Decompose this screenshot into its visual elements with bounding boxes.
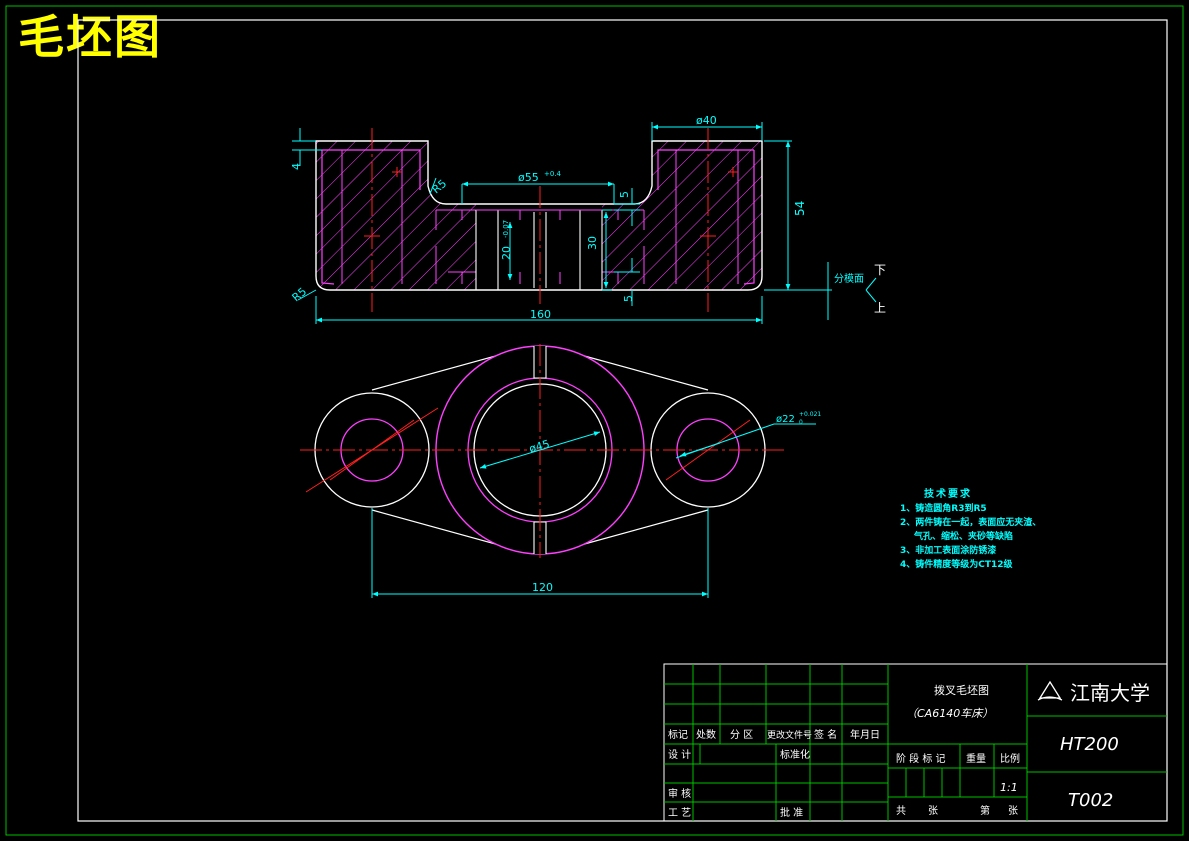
dim-phi22-tol-lower: 0 — [799, 419, 803, 426]
dim-4: 4 — [290, 163, 303, 170]
parting-upper: 下 — [874, 263, 886, 277]
tb-h-zhang2: 张 — [1008, 805, 1018, 817]
tb-h-bili: 比例 — [1000, 752, 1020, 765]
tech-requirements: 技术要求 1、铸造圆角R3到R5 2、两件铸在一起，表面应无夹渣、 气孔、缩松、… — [900, 487, 1041, 570]
dim-5-bottom: 5 — [622, 295, 635, 302]
dim-5-top: 5 — [618, 191, 631, 198]
tb-h-biaozhunhua: 标准化 — [780, 748, 810, 761]
tb-h-fenqu: 分 区 — [730, 729, 753, 741]
school-logo-icon — [1037, 680, 1063, 701]
hatch-region-left — [316, 141, 476, 290]
central-bore — [475, 210, 603, 290]
tech-line-3: 气孔、缩松、夹砂等缺陷 — [913, 530, 1013, 542]
front-section-view: 4 R5 ø55 +0.4 ø40 5 54 20 -0.07 30 5 R5 … — [290, 114, 886, 324]
dim-phi22: ø22 — [776, 414, 795, 425]
dim-r5-bottom: R5 — [290, 285, 310, 304]
tb-h-chushu: 处数 — [696, 728, 716, 741]
dim-54: 54 — [793, 201, 807, 216]
dim-20-tol: -0.07 — [502, 220, 510, 238]
tb-machine: （CA6140车床） — [906, 707, 993, 720]
dim-160: 160 — [530, 308, 551, 321]
tb-h-wenjian: 更改文件号 — [767, 729, 812, 741]
tb-school: 江南大学 — [1070, 681, 1150, 705]
tb-drawing-no: T002 — [1068, 790, 1113, 811]
tech-line-5: 4、铸件精度等级为CT12级 — [900, 558, 1014, 570]
dim-phi22-tol-upper: +0.021 — [799, 411, 821, 418]
parting-label: 分模面 — [834, 273, 864, 285]
dim-120: 120 — [532, 581, 553, 594]
dim-30: 30 — [586, 236, 599, 250]
tb-h-nianyueri: 年月日 — [850, 728, 880, 741]
dim-phi55: ø55 — [518, 171, 539, 184]
top-view: ø45 ø22 +0.021 0 120 — [300, 344, 821, 598]
dim-phi55-tol: +0.4 — [544, 170, 562, 178]
tb-scale: 1:1 — [1000, 781, 1018, 794]
tech-heading: 技术要求 — [924, 487, 972, 500]
tb-part-name: 拨叉毛坯图 — [934, 683, 989, 697]
tb-h-pizhun: 批 准 — [780, 806, 803, 819]
tb-material: HT200 — [1060, 734, 1119, 755]
tb-h-qianming: 签 名 — [814, 728, 837, 741]
tb-h-gong: 共 — [896, 805, 906, 817]
tb-h-gongyi: 工 艺 — [668, 807, 691, 819]
tb-h-di: 第 — [980, 804, 990, 817]
drawing-sheet: 4 R5 ø55 +0.4 ø40 5 54 20 -0.07 30 5 R5 … — [5, 5, 1184, 836]
dim-phi40: ø40 — [696, 114, 717, 127]
tb-h-zhang1: 张 — [928, 805, 938, 817]
tech-line-2: 2、两件铸在一起，表面应无夹渣、 — [900, 516, 1041, 528]
tech-line-1: 1、铸造圆角R3到R5 — [900, 502, 987, 514]
tb-h-jieduan: 阶 段 标 记 — [896, 752, 946, 765]
tb-h-sheji: 设 计 — [668, 748, 691, 761]
parting-lower: 上 — [874, 301, 886, 315]
dim-r5-top: R5 — [430, 177, 450, 196]
tech-line-4: 3、非加工表面涂防锈漆 — [900, 544, 996, 556]
title-block: 拨叉毛坯图 （CA6140车床） 江南大学 HT200 T002 1:1 标记 … — [663, 663, 1168, 822]
tb-h-biaoji: 标记 — [668, 729, 688, 741]
tb-h-zhongliang: 重量 — [966, 752, 986, 765]
tb-h-shenhe: 审 核 — [668, 787, 691, 800]
dim-20: 20 — [500, 246, 513, 260]
